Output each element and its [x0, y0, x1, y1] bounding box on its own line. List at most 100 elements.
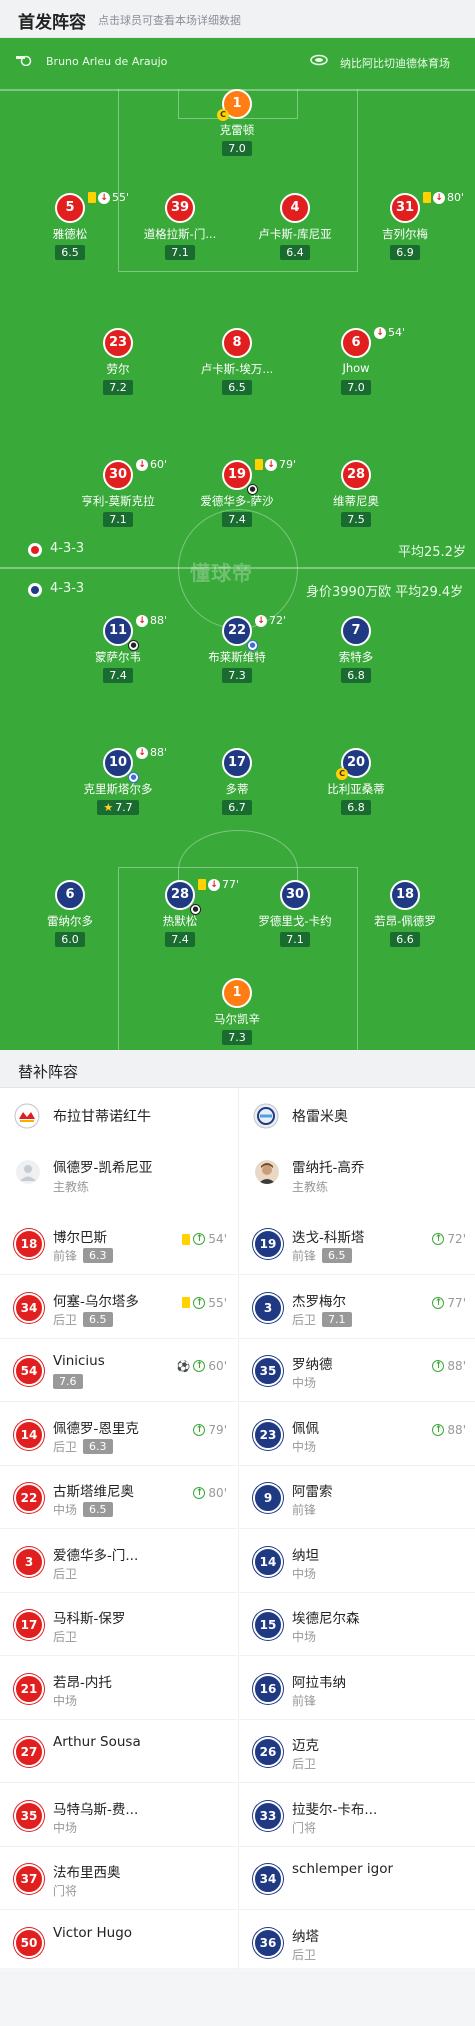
bench-player-row[interactable]: 54 Vinicius 7.6 ⚽ ↑ 60' — [0, 1339, 237, 1402]
bench-player-row[interactable]: 23 佩佩 中场 ↑ 88' — [239, 1403, 475, 1466]
player-meta: 前锋 6.5 — [292, 1247, 352, 1264]
bench-player-row[interactable]: 9 阿雷索 前锋 — [239, 1466, 475, 1529]
bench-player-row[interactable]: 35 罗纳德 中场 ↑ 88' — [239, 1339, 475, 1402]
player-name: 索特多 — [338, 650, 374, 664]
player-meta: 后卫 — [53, 1565, 77, 1582]
player-number: 17 — [14, 1610, 44, 1640]
player-home-31[interactable]: 31 吉列尔梅 6.9 ↓ 80' — [345, 191, 465, 260]
player-home-23[interactable]: 23 劳尔 7.2 — [58, 328, 178, 395]
player-name: 爱德华多-门... — [53, 1547, 139, 1564]
bench-player-row[interactable]: 37 法布里西奥 门将 — [0, 1847, 237, 1910]
player-events: ↓ 79' — [255, 458, 296, 471]
player-home-6[interactable]: 6 Jhow 7.0 ↓ 54' — [296, 326, 416, 395]
player-home-4[interactable]: 4 卢卡斯-库尼亚 6.4 — [235, 193, 355, 260]
home-team-name: 布拉甘蒂诺红牛 — [53, 1109, 151, 1125]
bench-player-row[interactable]: 15 埃德尼尔森 中场 — [239, 1593, 475, 1656]
sub-in-icon: ↑ — [432, 1360, 445, 1372]
player-rating: 6.8 — [341, 800, 371, 815]
bench-player-row[interactable]: 50 Victor Hugo — [0, 1911, 237, 1974]
bench-player-row[interactable]: 3 爱德华多-门... 后卫 — [0, 1530, 237, 1593]
bench-player-row[interactable]: 26 迈克 后卫 — [239, 1720, 475, 1783]
player-number: 35 — [14, 1800, 44, 1831]
event-time: 79' — [279, 458, 297, 471]
bench-player-row[interactable]: 35 马特乌斯-费... 中场 — [0, 1784, 237, 1847]
sub-event: ↑ 88' — [432, 1359, 466, 1373]
player-name: Jhow — [342, 361, 370, 375]
player-away-10[interactable]: 10 克里斯塔尔多 ★ 7.7 ↓ 88' ● — [58, 746, 178, 815]
away-team-icon — [28, 583, 42, 597]
player-away-7[interactable]: 7 索特多 6.8 — [296, 616, 416, 683]
bench-player-row[interactable]: 19 迭戈-科斯塔 前锋 6.5 ↑ 72' — [239, 1212, 475, 1275]
player-meta: 前锋 — [292, 1692, 316, 1709]
player-home-1[interactable]: 1 克雷顿 7.0 C — [177, 89, 297, 156]
bench-player-row[interactable]: 14 纳坦 中场 — [239, 1530, 475, 1593]
bench-player-row[interactable]: 14 佩德罗-恩里克 后卫 6.3 ↑ 79' — [0, 1403, 237, 1466]
player-number: 14 — [253, 1546, 283, 1577]
player-away-11[interactable]: 11 蒙萨尔韦 7.4 ↓ 88' ● — [58, 614, 178, 683]
away-team-header[interactable]: 格雷米奥 — [239, 1088, 475, 1144]
sub-out-icon: ↓ — [374, 326, 386, 339]
player-home-30[interactable]: 30 亨利-莫斯克拉 7.1 ↓ 60' — [58, 458, 178, 527]
player-home-8[interactable]: 8 卢卡斯-埃万... 6.5 — [177, 328, 297, 395]
home-formation: 4-3-3 — [50, 541, 85, 556]
player-name: 布莱斯维特 — [208, 650, 266, 664]
away-coach[interactable]: 雷纳托-高乔 主教练 — [239, 1144, 475, 1207]
home-team-header[interactable]: 布拉甘蒂诺红牛 — [0, 1088, 237, 1144]
bench-player-row[interactable]: 22 古斯塔维尼奥 中场 6.5 ↑ 80' — [0, 1466, 237, 1529]
bench-player-row[interactable]: 16 阿拉韦纳 前锋 — [239, 1657, 475, 1720]
player-home-39[interactable]: 39 道格拉斯-门... 7.1 — [120, 193, 240, 260]
home-team-logo-icon — [14, 1103, 40, 1129]
player-away-6[interactable]: 6 雷纳尔多 6.0 — [10, 880, 130, 947]
player-number: 33 — [253, 1800, 283, 1831]
away-team-logo-icon — [253, 1103, 279, 1129]
bench-player-row[interactable]: 33 拉斐尔-卡布... 门将 — [239, 1784, 475, 1847]
player-number: 30 — [280, 880, 310, 910]
bench-section-header: 替补阵容 — [0, 1050, 475, 1088]
bench-player-row[interactable]: 34 何塞-乌尔塔多 后卫 6.5 ↑ 55' — [0, 1276, 237, 1339]
player-rating: 6.5 — [83, 1502, 113, 1517]
player-home-19[interactable]: 19 爱德华多-萨沙 7.4 ↓ 79' ● — [177, 458, 297, 527]
bench-player-row[interactable]: 21 若昂-内托 中场 — [0, 1657, 237, 1720]
player-number: 34 — [14, 1292, 44, 1323]
player-meta: 前锋 — [292, 1501, 316, 1518]
player-away-22[interactable]: 22 布莱斯维特 7.3 ↓ 72' ● — [177, 614, 297, 683]
player-number: 31 — [390, 193, 420, 223]
player-name: 克雷顿 — [219, 123, 255, 137]
sub-in-icon: ↑ — [432, 1296, 445, 1309]
player-position: 门将 — [53, 1884, 78, 1898]
player-number: 8 — [222, 328, 252, 358]
player-name: 法布里西奥 — [53, 1865, 121, 1881]
player-number: 17 — [222, 748, 252, 778]
yellow-card-icon — [88, 192, 96, 203]
sub-in-icon: ↑ — [432, 1423, 445, 1436]
bench-player-row[interactable]: 27 Arthur Sousa — [0, 1720, 237, 1783]
home-team-icon — [28, 543, 42, 557]
player-away-30[interactable]: 30 罗德里戈-卡约 7.1 — [235, 880, 355, 947]
bench-player-row[interactable]: 3 杰罗梅尔 后卫 7.1 ↑ 77' — [239, 1276, 475, 1339]
star-icon: ★ — [103, 801, 114, 814]
player-rating: 6.7 — [222, 800, 252, 815]
bench-player-row[interactable]: 17 马科斯-保罗 后卫 — [0, 1593, 237, 1656]
player-name: 佩佩 — [292, 1420, 319, 1437]
player-home-5[interactable]: 5 雅德松 6.5 ↓ 55' — [10, 191, 130, 260]
player-away-20[interactable]: 20 比利亚桑蒂 6.8 C — [296, 748, 416, 815]
bench-player-row[interactable]: 18 博尔巴斯 前锋 6.3 ↑ 54' — [0, 1212, 237, 1275]
player-meta: 前锋 6.3 — [53, 1247, 113, 1264]
player-away-17[interactable]: 17 多蒂 6.7 — [177, 748, 297, 815]
player-home-28[interactable]: 28 维蒂尼奥 7.5 — [296, 460, 416, 527]
away-value-age: 身价3990万欧 平均29.4岁 — [306, 585, 464, 600]
event-time: 80' — [447, 191, 465, 204]
player-rating: 6.0 — [55, 932, 85, 947]
player-number: 23 — [253, 1419, 283, 1450]
player-rating: 7.4 — [222, 512, 252, 527]
bench-player-row[interactable]: 34 schlemper igor — [239, 1847, 475, 1910]
home-coach[interactable]: 佩德罗-凯希尼亚 主教练 — [0, 1144, 237, 1207]
player-away-1[interactable]: 1 马尔凯辛 7.3 — [177, 978, 297, 1045]
player-number: 3 — [253, 1292, 283, 1323]
player-position: 后卫 — [53, 1630, 78, 1644]
player-away-18[interactable]: 18 若昂-佩德罗 6.6 — [345, 880, 465, 947]
bench-player-row[interactable]: 36 纳塔 后卫 — [239, 1911, 475, 1974]
row-divider — [239, 1972, 475, 1974]
player-number: 18 — [14, 1229, 44, 1259]
player-away-28[interactable]: 28 热默松 7.4 ↓ 77' ● — [120, 878, 240, 947]
